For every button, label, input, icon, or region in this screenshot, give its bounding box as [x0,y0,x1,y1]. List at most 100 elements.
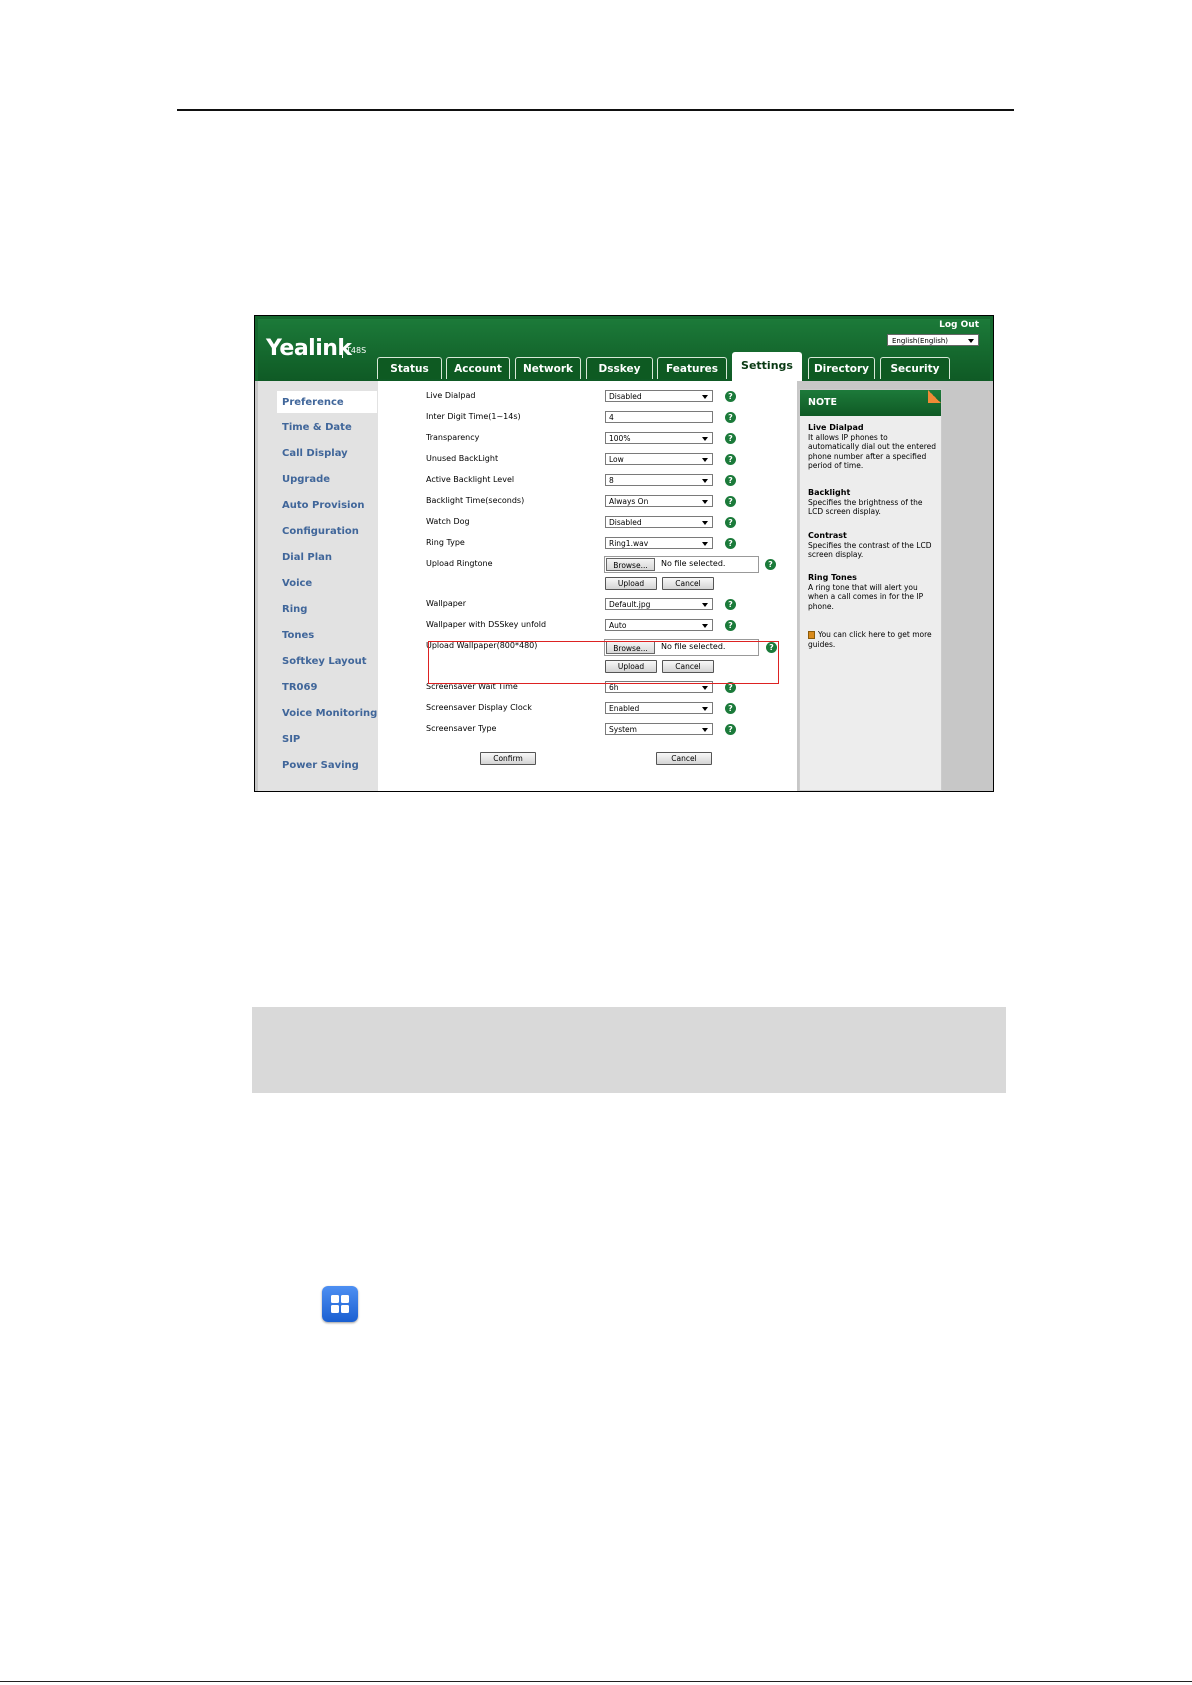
tab-security[interactable]: Security [880,357,950,379]
watch-dog-select[interactable]: Disabled [605,516,713,528]
top-rule [177,109,1014,111]
chevron-down-icon [702,728,708,732]
upload-ringtone-button[interactable]: Upload [605,577,657,590]
cancel-ringtone-button[interactable]: Cancel [662,577,714,590]
sidebar-item-voice[interactable]: Voice [282,578,312,589]
sidebar-item-tr069[interactable]: TR069 [282,682,317,693]
note-block: Backlight Specifies the brightness of th… [808,488,923,516]
note-title: NOTE [800,390,941,416]
help-icon[interactable]: ? [725,517,736,528]
tab-status[interactable]: Status [377,357,442,379]
help-icon[interactable]: ? [725,454,736,465]
label-upload-ringtone: Upload Ringtone [426,559,493,568]
note-block: Live Dialpad It allows IP phones to auto… [808,423,936,470]
browse-ringtone-button[interactable]: Browse... [606,558,655,571]
note-corner-icon [928,390,941,403]
help-icon[interactable]: ? [725,724,736,735]
chevron-down-icon [702,707,708,711]
grey-note-box [252,1007,1006,1093]
note-block: Contrast Specifies the contrast of the L… [808,531,932,559]
ringtone-file-name: No file selected. [661,559,726,568]
chevron-down-icon [702,542,708,546]
help-icon[interactable]: ? [725,703,736,714]
help-icon[interactable]: ? [725,391,736,402]
screensaver-type-select[interactable]: System [605,723,713,735]
tab-features[interactable]: Features [657,357,727,379]
sidebar-item-power-saving[interactable]: Power Saving [282,760,359,771]
sidebar: Preference Time & Date Call Display Upgr… [258,381,378,791]
backlight-time-select[interactable]: Always On [605,495,713,507]
active-backlight-level-select[interactable]: 8 [605,474,713,486]
cancel-button[interactable]: Cancel [656,752,712,765]
chevron-down-icon [702,624,708,628]
sidebar-item-auto-provision[interactable]: Auto Provision [282,500,364,511]
header-bar: Yealink T48S Log Out English(English) St… [255,316,993,381]
tab-account[interactable]: Account [446,357,510,379]
sidebar-item-sip[interactable]: SIP [282,734,300,745]
brand-logo: Yealink [266,336,352,361]
help-icon[interactable]: ? [765,559,776,570]
bottom-rule [0,1681,1192,1682]
help-icon[interactable]: ? [725,538,736,549]
label-wallpaper: Wallpaper [426,599,467,608]
label-screensaver-type: Screensaver Type [426,724,497,733]
sidebar-item-tones[interactable]: Tones [282,630,314,641]
sidebar-item-upgrade[interactable]: Upgrade [282,474,330,485]
label-live-dialpad: Live Dialpad [426,391,476,400]
logout-link[interactable]: Log Out [939,320,979,330]
chevron-down-icon [702,521,708,525]
sidebar-item-time-date[interactable]: Time & Date [282,422,352,433]
model-label: T48S [346,346,367,355]
sidebar-item-softkey-layout[interactable]: Softkey Layout [282,656,366,667]
help-icon[interactable]: ? [725,620,736,631]
label-inter-digit-time: Inter Digit Time(1~14s) [426,412,521,421]
tab-network[interactable]: Network [515,357,581,379]
ringtone-file-picker: Browse... No file selected. [604,556,759,573]
label-backlight-time: Backlight Time(seconds) [426,496,525,505]
label-unused-backlight: Unused BackLight [426,454,499,463]
sidebar-item-voice-monitoring[interactable]: Voice Monitoring [282,708,377,719]
note-panel: NOTE Live Dialpad It allows IP phones to… [799,389,942,791]
sidebar-item-configuration[interactable]: Configuration [282,526,359,537]
wallpaper-dsskey-select[interactable]: Auto [605,619,713,631]
screensaver-display-clock-select[interactable]: Enabled [605,702,713,714]
sidebar-item-preference[interactable]: Preference [282,397,344,408]
chevron-down-icon [702,458,708,462]
chevron-down-icon [702,500,708,504]
note-block: Ring Tones A ring tone that will alert y… [808,573,924,611]
ring-type-select[interactable]: Ring1.wav [605,537,713,549]
tab-settings[interactable]: Settings [732,352,802,381]
chevron-down-icon [968,339,974,343]
label-watch-dog: Watch Dog [426,517,470,526]
label-wallpaper-dsskey: Wallpaper with DSSkey unfold [426,620,547,629]
label-transparency: Transparency [426,433,480,442]
help-icon[interactable]: ? [725,599,736,610]
web-ui-screenshot: Yealink T48S Log Out English(English) St… [254,315,994,792]
label-active-backlight-level: Active Backlight Level [426,475,515,484]
sidebar-item-call-display[interactable]: Call Display [282,448,348,459]
highlight-box [428,641,779,684]
help-icon[interactable]: ? [725,496,736,507]
transparency-select[interactable]: 100% [605,432,713,444]
settings-form: Live Dialpad Disabled ? Inter Digit Time… [378,381,797,791]
wallpaper-select[interactable]: Default.jpg [605,598,713,610]
tab-directory[interactable]: Directory [808,357,875,379]
tab-dsskey[interactable]: Dsskey [586,357,653,379]
confirm-button[interactable]: Confirm [480,752,536,765]
note-guide-link[interactable]: You can click here to get more guides. [808,630,938,649]
label-screensaver-display-clock: Screensaver Display Clock [426,703,532,712]
live-dialpad-select[interactable]: Disabled [605,390,713,402]
grid-app-icon [322,1286,358,1322]
sidebar-item-ring[interactable]: Ring [282,604,307,615]
chevron-down-icon [702,479,708,483]
help-icon[interactable]: ? [725,412,736,423]
inter-digit-time-input[interactable]: 4 [605,411,713,423]
unused-backlight-select[interactable]: Low [605,453,713,465]
book-icon [808,631,815,639]
chevron-down-icon [702,437,708,441]
language-select[interactable]: English(English) [887,334,979,346]
help-icon[interactable]: ? [725,475,736,486]
chevron-down-icon [702,395,708,399]
sidebar-item-dial-plan[interactable]: Dial Plan [282,552,332,563]
help-icon[interactable]: ? [725,433,736,444]
